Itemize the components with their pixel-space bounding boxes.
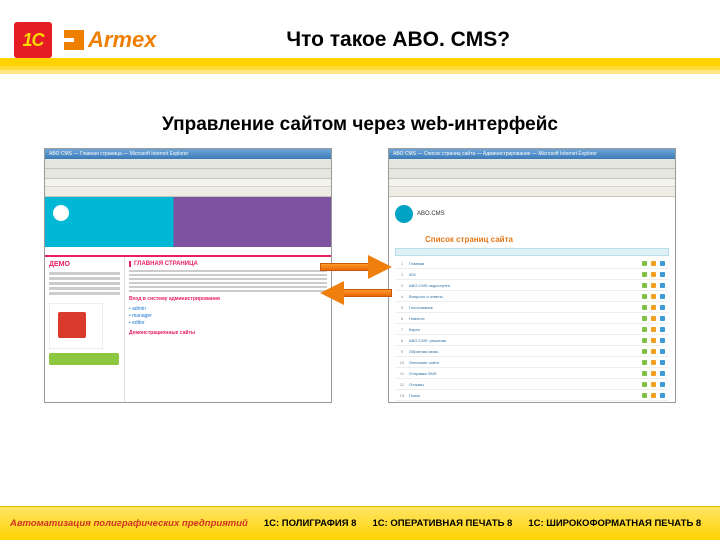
table-row: 6Новости: [395, 313, 669, 324]
armex-glyph-icon: [64, 30, 84, 50]
product-box-image: [49, 303, 103, 349]
table-row: 7Карта: [395, 324, 669, 335]
table-row: 13Поиск: [395, 390, 669, 401]
browser-menubar: [45, 159, 331, 169]
logo-1c: 1C: [14, 22, 52, 58]
browser-toolbar: [45, 169, 331, 179]
footer-product-2: 1С: ОПЕРАТИВНАЯ ПЕЧАТЬ 8: [372, 518, 512, 529]
screenshot-frontend: ABO CMS — Главная страница — Microsoft I…: [44, 148, 332, 403]
section-admin-login: Вход в систему администрирования: [129, 296, 327, 302]
table-row: 10Описание сайта: [395, 357, 669, 368]
sidebar-demo-label: ДЕМО: [49, 261, 120, 268]
table-row: 3ABO.CMS недоступен: [395, 280, 669, 291]
table-row: 1Главная: [395, 258, 669, 269]
site-hero-banner: [45, 197, 331, 247]
logo-armex: Armex: [64, 27, 156, 53]
table-row: 4Вопросы и ответы: [395, 291, 669, 302]
browser-menubar: [389, 159, 675, 169]
browser-tabstrip: [389, 187, 675, 197]
pages-table: 1Главная24043ABO.CMS недоступен4Вопросы …: [389, 246, 675, 403]
green-badge: [49, 353, 119, 365]
site-sidebar: ДЕМО: [45, 257, 125, 403]
table-row: 2404: [395, 269, 669, 280]
admin-page-heading: Список страниц сайта: [389, 231, 675, 246]
screenshot-admin: ABO CMS — Список страниц сайта — Админис…: [388, 148, 676, 403]
site-nav-tabs: [45, 247, 331, 257]
table-row: 11Отправка SMS: [395, 368, 669, 379]
window-titlebar: ABO CMS — Главная страница — Microsoft I…: [45, 149, 331, 159]
screenshot-row: ABO CMS — Главная страница — Microsoft I…: [0, 136, 720, 403]
browser-addressbar: [45, 179, 331, 187]
page-heading: ГЛАВНАЯ СТРАНИЦА: [129, 261, 327, 267]
slide-title: Что такое ABO. CMS?: [156, 28, 700, 52]
table-row: 9Обратная связь: [395, 346, 669, 357]
footer-product-3: 1С: ШИРОКОФОРМАТНАЯ ПЕЧАТЬ 8: [528, 518, 701, 529]
slide-footer: Автоматизация полиграфических предприяти…: [0, 506, 720, 540]
browser-toolbar: [389, 169, 675, 179]
window-titlebar: ABO CMS — Список страниц сайта — Админис…: [389, 149, 675, 159]
footer-product-1: 1С: ПОЛИГРАФИЯ 8: [264, 518, 357, 529]
admin-header: ABO.CMS: [389, 197, 675, 231]
browser-tabstrip: [45, 187, 331, 197]
table-row: 8ABO.CMS: решения: [395, 335, 669, 346]
table-row: 12Отзывы: [395, 379, 669, 390]
slide-header: 1C Armex Что такое ABO. CMS?: [0, 0, 720, 70]
browser-addressbar: [389, 179, 675, 187]
admin-product-name: ABO.CMS: [417, 211, 445, 217]
header-stripes: [0, 58, 720, 74]
admin-logo-icon: [395, 205, 413, 223]
section-demo-sites: Демонстрационные сайты: [129, 330, 327, 336]
slide-subtitle: Управление сайтом через web-интерфейс: [0, 114, 720, 136]
logo-armex-text: Armex: [88, 27, 156, 53]
table-header-row: [395, 248, 669, 256]
site-main: ГЛАВНАЯ СТРАНИЦА Вход в систему админист…: [125, 257, 331, 403]
table-row: 5Голосование: [395, 302, 669, 313]
footer-lead: Автоматизация полиграфических предприяти…: [10, 518, 248, 529]
